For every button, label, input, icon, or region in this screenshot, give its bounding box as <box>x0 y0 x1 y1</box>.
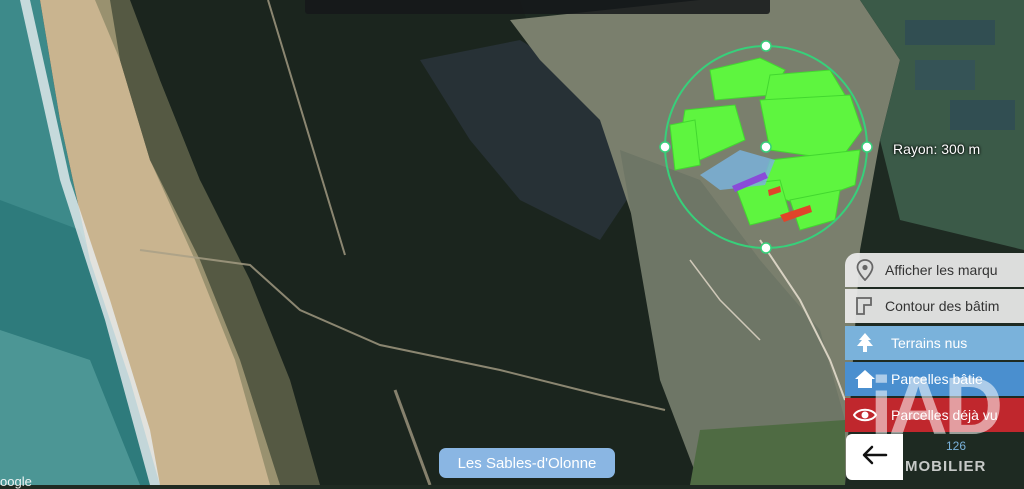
show-markers-label: Afficher les marqu <box>885 262 998 278</box>
city-chip[interactable]: Les Sables-d'Olonne <box>439 448 615 478</box>
result-count: 126 <box>946 439 967 453</box>
radius-handle-top[interactable] <box>759 39 773 53</box>
show-markers-toggle[interactable]: Afficher les marqu <box>845 253 1024 287</box>
arrow-left-icon <box>862 445 888 470</box>
map-pin-icon <box>853 258 877 282</box>
circle-center-handle[interactable] <box>759 140 773 154</box>
building-contour-toggle[interactable]: Contour des bâtim <box>845 289 1024 323</box>
building-contour-label: Contour des bâtim <box>885 298 1000 314</box>
top-overlay-bar <box>305 0 770 14</box>
bare-land-filter[interactable]: Terrains nus <box>845 326 1024 360</box>
bare-land-label: Terrains nus <box>891 335 968 351</box>
radius-handle-right[interactable] <box>860 140 874 154</box>
back-button[interactable] <box>846 434 903 480</box>
tree-icon <box>853 331 877 355</box>
radius-label: Rayon: 300 m <box>893 141 981 157</box>
brand-watermark-text: MOBILIER <box>905 458 987 475</box>
map-attribution: oogle <box>0 474 32 489</box>
radius-handle-left[interactable] <box>658 140 672 154</box>
building-outline-icon <box>853 294 877 318</box>
radius-handle-bottom[interactable] <box>759 241 773 255</box>
